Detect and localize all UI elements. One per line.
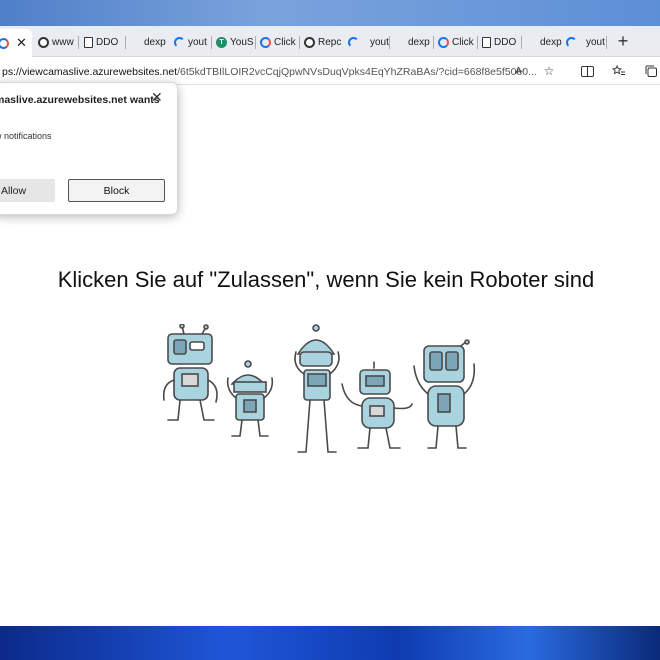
allow-button[interactable]: Allow	[0, 179, 55, 202]
robot-5	[413, 339, 476, 449]
tab-4[interactable]: yout	[170, 30, 212, 54]
tab-label: www	[52, 36, 74, 48]
tab-9[interactable]: dexp	[404, 30, 434, 54]
green-t-icon: T	[216, 36, 227, 48]
tab-separator	[125, 36, 126, 49]
tab-3[interactable]: dexp	[140, 30, 170, 54]
address-bar[interactable]: ps://viewcamaslive.azurewebsites.net/6t5…	[0, 61, 540, 83]
url-path: /6t5kdTBIlLOIR2vcCqjQpwNVsDuqVpks4EqYhZR…	[177, 66, 537, 78]
notification-permission-prompt: maslive.azurewebsites.net wants ✕ w noti…	[0, 82, 178, 215]
refresh-site-icon	[260, 36, 271, 48]
tab-separator	[521, 36, 522, 49]
dark-site-icon	[304, 36, 315, 48]
robot-1	[162, 324, 218, 421]
tab-strip: ✕ www DDO dexp yout T YouS Click Repc yo…	[0, 26, 660, 57]
close-tab-icon[interactable]: ✕	[16, 35, 27, 51]
tab-6[interactable]: Click	[256, 30, 300, 54]
desktop-wallpaper-bottom	[0, 626, 660, 660]
tab-label: yout	[370, 36, 389, 48]
prompt-body: w notifications	[0, 131, 52, 141]
block-button[interactable]: Block	[68, 179, 165, 202]
tab-label: DDO	[96, 36, 119, 48]
tab-active[interactable]: ✕	[0, 29, 32, 57]
refresh-site-icon	[438, 36, 449, 48]
tab-1[interactable]: www	[34, 30, 78, 54]
tab-label: Click	[274, 36, 296, 48]
tab-7[interactable]: Repc	[300, 30, 344, 54]
favorites-list-icon[interactable]	[610, 62, 628, 80]
split-screen-icon[interactable]	[578, 62, 596, 80]
tab-10[interactable]: Click	[434, 30, 478, 54]
tab-label: Repc	[318, 36, 342, 48]
favorite-star-icon[interactable]: ☆	[540, 62, 558, 80]
page-headline: Klicken Sie auf "Zulassen", wenn Sie kei…	[57, 267, 595, 292]
close-icon[interactable]: ✕	[151, 89, 163, 106]
tab-label: yout	[586, 36, 605, 48]
new-tab-button[interactable]: +	[613, 31, 633, 52]
tab-label: yout	[188, 36, 207, 48]
tab-label: dexp	[540, 36, 562, 48]
loading-icon	[174, 36, 185, 48]
tab-13[interactable]: yout	[562, 30, 608, 54]
tab-label: dexp	[144, 36, 166, 48]
tab-8[interactable]: yout	[344, 30, 390, 54]
address-toolbar: ps://viewcamaslive.azurewebsites.net/6t5…	[0, 57, 660, 85]
robot-4	[341, 361, 413, 449]
tab-11[interactable]: DDO	[478, 30, 522, 54]
robot-2	[226, 360, 274, 437]
tab-label: Click	[452, 36, 474, 48]
robot-3	[294, 324, 340, 453]
globe-icon	[0, 37, 9, 49]
tab-label: YouS	[230, 36, 254, 48]
document-icon	[84, 36, 93, 48]
desktop-wallpaper-top	[0, 0, 660, 26]
document-icon	[482, 36, 491, 48]
tab-separator	[78, 36, 79, 49]
loading-icon	[348, 36, 359, 48]
loading-icon	[566, 36, 577, 48]
tab-2[interactable]: DDO	[80, 30, 124, 54]
tab-5[interactable]: T YouS	[212, 30, 256, 54]
tab-label: dexp	[408, 36, 430, 48]
collections-icon[interactable]	[642, 62, 660, 80]
read-aloud-icon[interactable]: A ♪	[511, 62, 529, 80]
tab-label: DDO	[494, 36, 517, 48]
dark-site-icon	[38, 36, 49, 48]
url-host: ps://viewcamaslive.azurewebsites.net	[2, 66, 178, 78]
browser-window: ✕ www DDO dexp yout T YouS Click Repc yo…	[0, 26, 660, 626]
robots-illustration	[162, 324, 476, 453]
tab-separator	[606, 36, 607, 49]
prompt-title: maslive.azurewebsites.net wants	[0, 94, 160, 106]
tab-separator	[389, 36, 390, 49]
